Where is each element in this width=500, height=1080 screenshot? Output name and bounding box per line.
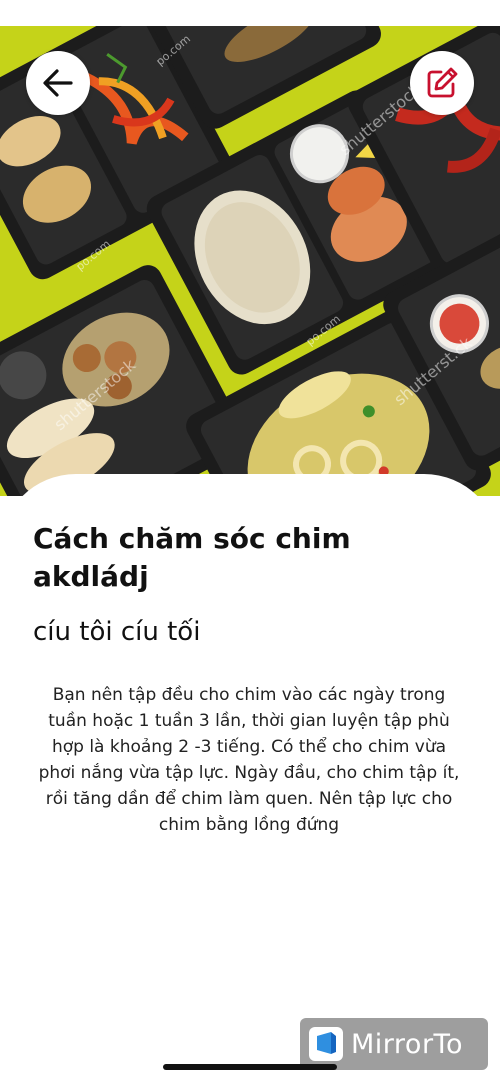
arrow-left-icon: [43, 69, 73, 97]
mirrorto-badge: MirrorTo: [300, 1018, 488, 1070]
article-body: Bạn nên tập đều cho chim vào các ngày tr…: [38, 685, 460, 835]
mirrorto-logo-icon: [309, 1027, 343, 1061]
mirrorto-label: MirrorTo: [351, 1028, 463, 1060]
pencil-square-icon: [427, 67, 458, 98]
back-button[interactable]: [26, 51, 90, 115]
home-indicator[interactable]: [163, 1064, 337, 1070]
edit-button[interactable]: [410, 51, 474, 115]
article-title: Cách chăm sóc chim akdládj: [33, 522, 351, 593]
article-subtitle: cíu tôi cíu tối: [33, 617, 201, 647]
